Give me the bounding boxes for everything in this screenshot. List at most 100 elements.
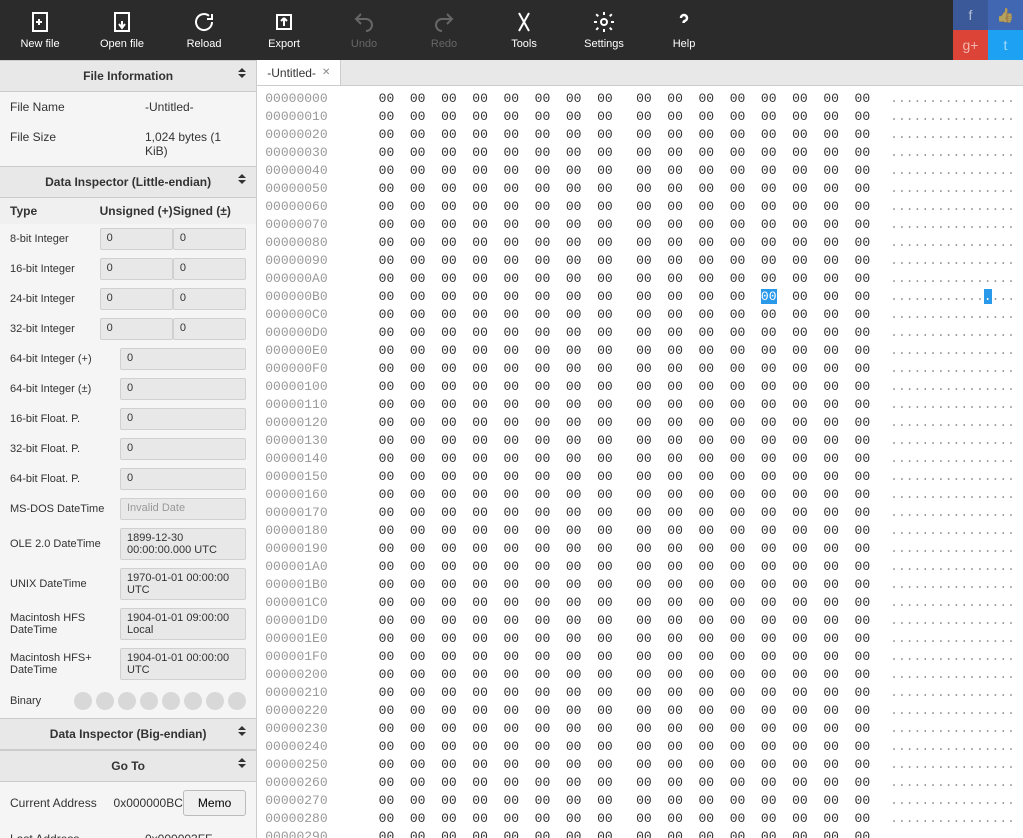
hex-row[interactable]: 00000120 00 00 00 00 00 00 00 00 00 00 0… — [265, 414, 1015, 432]
hex-row[interactable]: 00000290 00 00 00 00 00 00 00 00 00 00 0… — [265, 828, 1015, 838]
hex-row[interactable]: 000001A0 00 00 00 00 00 00 00 00 00 00 0… — [265, 558, 1015, 576]
open-file-button[interactable]: Open file — [80, 0, 164, 60]
redo-button[interactable]: Redo — [404, 0, 484, 60]
hex-row[interactable]: 000000A0 00 00 00 00 00 00 00 00 00 00 0… — [265, 270, 1015, 288]
hex-row[interactable]: 00000080 00 00 00 00 00 00 00 00 00 00 0… — [265, 234, 1015, 252]
hex-row[interactable]: 00000150 00 00 00 00 00 00 00 00 00 00 0… — [265, 468, 1015, 486]
inspector-type-label: 64-bit Integer (+) — [10, 353, 120, 365]
inspector-signed-value[interactable]: 0 — [173, 258, 246, 280]
main-toolbar: New file Open file Reload Export Undo Re… — [0, 0, 1023, 60]
tools-button[interactable]: Tools — [484, 0, 564, 60]
hex-row[interactable]: 000001F0 00 00 00 00 00 00 00 00 00 00 0… — [265, 648, 1015, 666]
export-button[interactable]: Export — [244, 0, 324, 60]
inspector-signed-value[interactable]: 0 — [173, 288, 246, 310]
hex-row[interactable]: 00000280 00 00 00 00 00 00 00 00 00 00 0… — [265, 810, 1015, 828]
hex-row[interactable]: 00000190 00 00 00 00 00 00 00 00 00 00 0… — [265, 540, 1015, 558]
hex-row[interactable]: 00000200 00 00 00 00 00 00 00 00 00 00 0… — [265, 666, 1015, 684]
hex-row[interactable]: 00000040 00 00 00 00 00 00 00 00 00 00 0… — [265, 162, 1015, 180]
inspector-type-label: Macintosh HFS+ DateTime — [10, 652, 120, 676]
inspector-row: 32-bit Integer00 — [0, 314, 256, 344]
facebook-icon[interactable]: f — [953, 0, 988, 30]
inspector-unsigned-value[interactable]: 0 — [100, 288, 173, 310]
hex-row[interactable]: 00000220 00 00 00 00 00 00 00 00 00 00 0… — [265, 702, 1015, 720]
inspector-wide-value[interactable]: 0 — [120, 408, 246, 430]
settings-label: Settings — [584, 38, 624, 50]
reload-label: Reload — [187, 38, 222, 50]
inspector-unsigned-value[interactable]: 0 — [100, 228, 173, 250]
inspector-wide-value[interactable]: 0 — [120, 438, 246, 460]
google-plus-icon[interactable]: g+ — [953, 30, 988, 60]
settings-button[interactable]: Settings — [564, 0, 644, 60]
inspector-type-label: 32-bit Float. P. — [10, 443, 120, 455]
help-button[interactable]: Help — [644, 0, 724, 60]
hex-row[interactable]: 00000140 00 00 00 00 00 00 00 00 00 00 0… — [265, 450, 1015, 468]
inspector-row: Macintosh HFS+ DateTime1904-01-01 00:00:… — [0, 644, 256, 684]
inspector-type-label: UNIX DateTime — [10, 578, 120, 590]
inspector-signed-value[interactable]: 0 — [173, 228, 246, 250]
inspector-wide-value[interactable]: 0 — [120, 348, 246, 370]
close-icon[interactable]: ✕ — [322, 67, 330, 78]
inspector-be-header[interactable]: Data Inspector (Big-endian) — [0, 718, 256, 750]
hex-row[interactable]: 00000110 00 00 00 00 00 00 00 00 00 00 0… — [265, 396, 1015, 414]
hex-row[interactable]: 00000270 00 00 00 00 00 00 00 00 00 00 0… — [265, 792, 1015, 810]
last-address-value: 0x000003FF — [145, 832, 246, 838]
file-name-label: File Name — [10, 100, 145, 114]
tab-untitled[interactable]: -Untitled- ✕ — [257, 60, 341, 85]
new-file-button[interactable]: New file — [0, 0, 80, 60]
main-area: -Untitled- ✕ 00000000 00 00 00 00 00 00 … — [257, 60, 1023, 838]
social-links: f 👍 g+ t — [953, 0, 1023, 60]
file-name-value: -Untitled- — [145, 100, 246, 114]
hex-row[interactable]: 00000070 00 00 00 00 00 00 00 00 00 00 0… — [265, 216, 1015, 234]
hex-row[interactable]: 00000240 00 00 00 00 00 00 00 00 00 00 0… — [265, 738, 1015, 756]
inspector-wide-value[interactable]: 1904-01-01 00:00:00 UTC — [120, 648, 246, 680]
reload-button[interactable]: Reload — [164, 0, 244, 60]
hex-row[interactable]: 00000130 00 00 00 00 00 00 00 00 00 00 0… — [265, 432, 1015, 450]
hex-row[interactable]: 00000230 00 00 00 00 00 00 00 00 00 00 0… — [265, 720, 1015, 738]
hex-row[interactable]: 000001B0 00 00 00 00 00 00 00 00 00 00 0… — [265, 576, 1015, 594]
hex-row[interactable]: 00000180 00 00 00 00 00 00 00 00 00 00 0… — [265, 522, 1015, 540]
inspector-wide-value[interactable]: 0 — [120, 378, 246, 400]
inspector-le-header[interactable]: Data Inspector (Little-endian) — [0, 166, 256, 198]
thumbs-up-icon[interactable]: 👍 — [988, 0, 1023, 30]
hex-row[interactable]: 00000020 00 00 00 00 00 00 00 00 00 00 0… — [265, 126, 1015, 144]
hex-row[interactable]: 000000D0 00 00 00 00 00 00 00 00 00 00 0… — [265, 324, 1015, 342]
hex-row[interactable]: 00000160 00 00 00 00 00 00 00 00 00 00 0… — [265, 486, 1015, 504]
inspector-col-signed: Signed (±) — [173, 204, 246, 218]
inspector-wide-value[interactable]: Invalid Date — [120, 498, 246, 520]
hex-row[interactable]: 00000010 00 00 00 00 00 00 00 00 00 00 0… — [265, 108, 1015, 126]
memo-button[interactable]: Memo — [183, 790, 246, 816]
hex-row[interactable]: 00000000 00 00 00 00 00 00 00 00 00 00 0… — [265, 90, 1015, 108]
undo-button[interactable]: Undo — [324, 0, 404, 60]
hex-row[interactable]: 00000260 00 00 00 00 00 00 00 00 00 00 0… — [265, 774, 1015, 792]
inspector-wide-value[interactable]: 1970-01-01 00:00:00 UTC — [120, 568, 246, 600]
hex-row[interactable]: 00000090 00 00 00 00 00 00 00 00 00 00 0… — [265, 252, 1015, 270]
hex-row[interactable]: 000000B0 00 00 00 00 00 00 00 00 00 00 0… — [265, 288, 1015, 306]
hex-editor[interactable]: 00000000 00 00 00 00 00 00 00 00 00 00 0… — [257, 86, 1023, 838]
inspector-signed-value[interactable]: 0 — [173, 318, 246, 340]
twitter-icon[interactable]: t — [988, 30, 1023, 60]
hex-row[interactable]: 000001D0 00 00 00 00 00 00 00 00 00 00 0… — [265, 612, 1015, 630]
new-file-label: New file — [20, 38, 59, 50]
inspector-wide-value[interactable]: 1899-12-30 00:00:00.000 UTC — [120, 528, 246, 560]
tools-label: Tools — [511, 38, 537, 50]
hex-row[interactable]: 00000210 00 00 00 00 00 00 00 00 00 00 0… — [265, 684, 1015, 702]
hex-row[interactable]: 000000F0 00 00 00 00 00 00 00 00 00 00 0… — [265, 360, 1015, 378]
file-info-header[interactable]: File Information — [0, 60, 256, 92]
hex-row[interactable]: 000000E0 00 00 00 00 00 00 00 00 00 00 0… — [265, 342, 1015, 360]
hex-row[interactable]: 000000C0 00 00 00 00 00 00 00 00 00 00 0… — [265, 306, 1015, 324]
hex-row[interactable]: 00000060 00 00 00 00 00 00 00 00 00 00 0… — [265, 198, 1015, 216]
hex-row[interactable]: 00000050 00 00 00 00 00 00 00 00 00 00 0… — [265, 180, 1015, 198]
inspector-unsigned-value[interactable]: 0 — [100, 318, 173, 340]
inspector-wide-value[interactable]: 1904-01-01 09:00:00 Local — [120, 608, 246, 640]
inspector-unsigned-value[interactable]: 0 — [100, 258, 173, 280]
open-file-label: Open file — [100, 38, 144, 50]
hex-row[interactable]: 00000250 00 00 00 00 00 00 00 00 00 00 0… — [265, 756, 1015, 774]
hex-row[interactable]: 000001C0 00 00 00 00 00 00 00 00 00 00 0… — [265, 594, 1015, 612]
inspector-wide-value[interactable]: 0 — [120, 468, 246, 490]
goto-header[interactable]: Go To — [0, 750, 256, 782]
inspector-col-unsigned: Unsigned (+) — [100, 204, 173, 218]
hex-row[interactable]: 00000100 00 00 00 00 00 00 00 00 00 00 0… — [265, 378, 1015, 396]
hex-row[interactable]: 000001E0 00 00 00 00 00 00 00 00 00 00 0… — [265, 630, 1015, 648]
hex-row[interactable]: 00000170 00 00 00 00 00 00 00 00 00 00 0… — [265, 504, 1015, 522]
hex-row[interactable]: 00000030 00 00 00 00 00 00 00 00 00 00 0… — [265, 144, 1015, 162]
